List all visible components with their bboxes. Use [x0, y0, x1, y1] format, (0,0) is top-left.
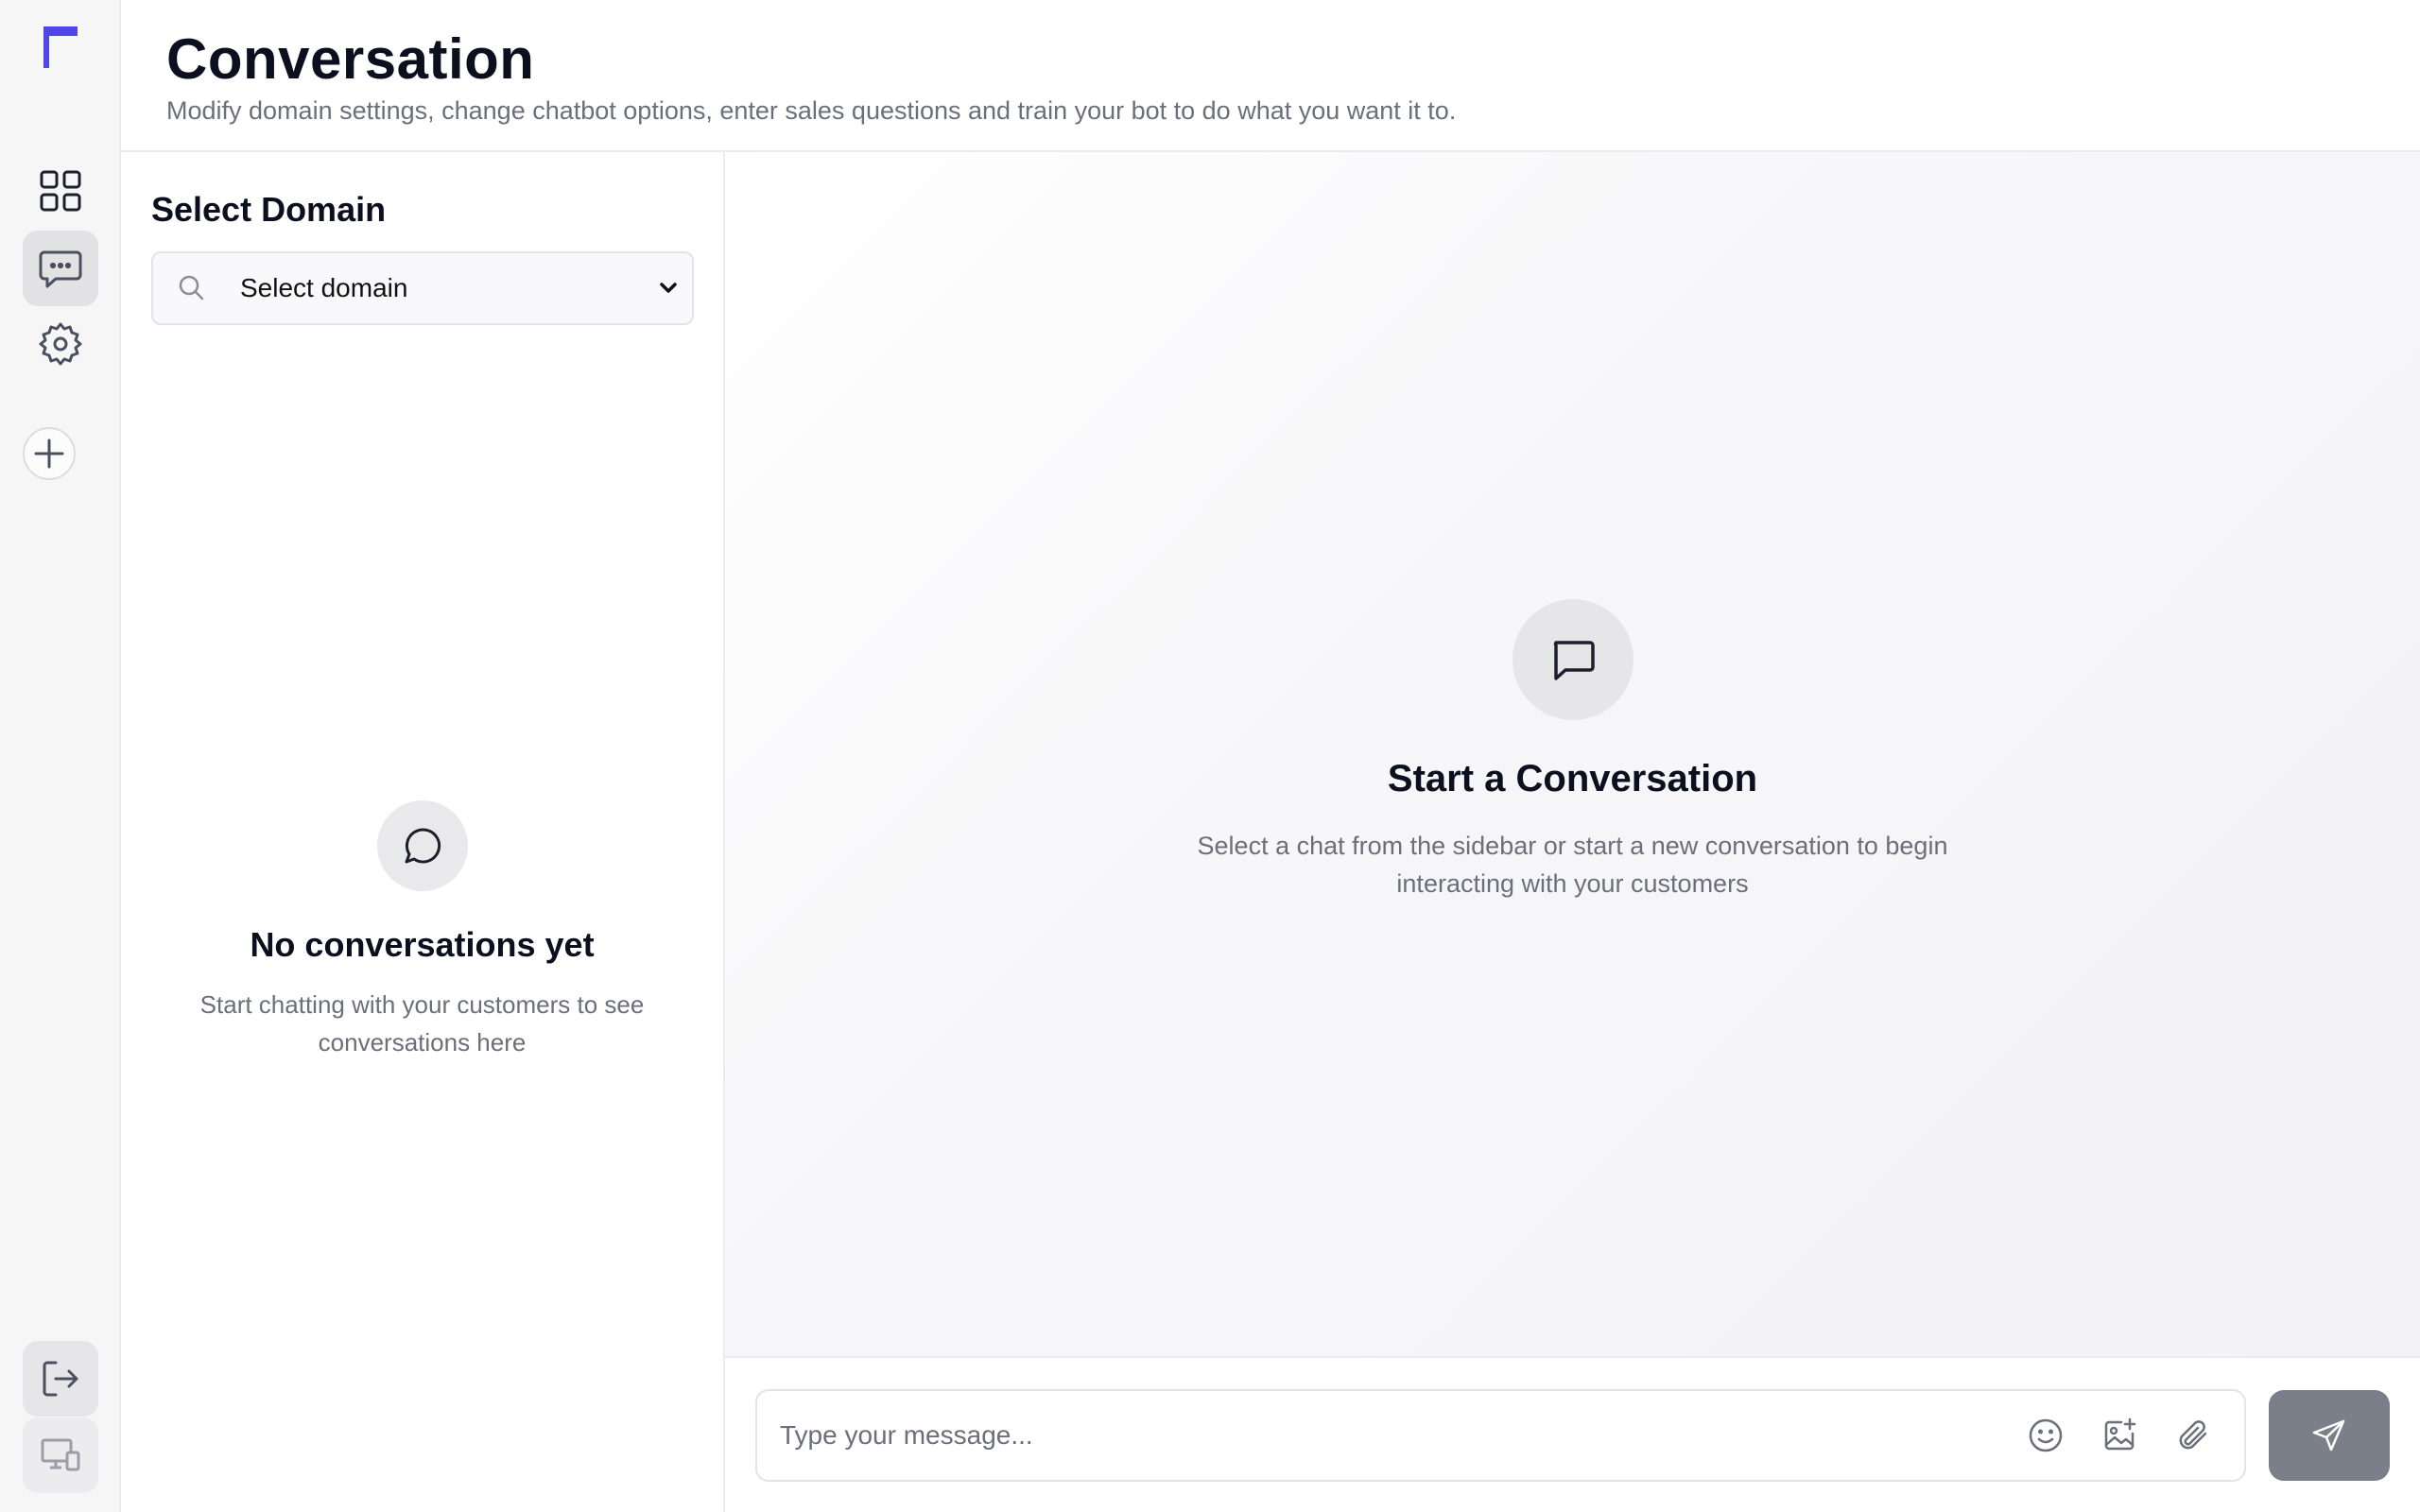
select-domain-label: Select Domain: [151, 190, 387, 229]
search-icon: [179, 275, 204, 301]
main-content: Conversation Modify domain settings, cha…: [121, 0, 2420, 1512]
message-input-box: [755, 1388, 2246, 1482]
add-icon: [34, 438, 64, 469]
start-conversation-title: Start a Conversation: [1387, 758, 1758, 799]
conversation-nav-button[interactable]: [23, 231, 98, 306]
devices-icon: [41, 1438, 80, 1471]
conversation-empty-state: No conversations yet Start chatting with…: [121, 800, 723, 1061]
devices-button[interactable]: [23, 1418, 98, 1493]
message-input[interactable]: [780, 1419, 2027, 1451]
empty-chat-circle: [376, 800, 468, 891]
message-circle-icon: [405, 828, 441, 864]
chat-panel: Start a Conversation Select a chat from …: [725, 152, 2420, 1512]
start-chat-circle: [1512, 599, 1634, 720]
settings-gear-icon: [39, 322, 82, 366]
logo-flag-icon[interactable]: [42, 25, 79, 70]
icon-sidebar: [0, 0, 121, 1512]
start-conversation-text: Select a chat from the sidebar or start …: [1197, 832, 1948, 898]
content-body: Select Domain Select domain No conversat…: [121, 152, 2420, 1512]
logout-icon: [43, 1361, 78, 1397]
conversation-list-panel: Select Domain Select domain No conversat…: [121, 152, 725, 1512]
send-icon: [2312, 1419, 2345, 1451]
add-domain-button[interactable]: [23, 427, 76, 480]
message-composer: [725, 1358, 2420, 1512]
empty-list-title: No conversations yet: [250, 925, 595, 964]
image-add-icon[interactable]: [2100, 1417, 2138, 1454]
domain-select-value: Select domain: [240, 273, 408, 302]
send-button[interactable]: [2269, 1389, 2390, 1481]
app-root: Conversation Modify domain settings, cha…: [0, 0, 2420, 1512]
empty-list-text: Start chatting with your customers to se…: [199, 990, 645, 1057]
emoji-icon[interactable]: [2027, 1417, 2065, 1454]
page-title: Conversation: [166, 27, 535, 91]
chevron-down-icon: [660, 283, 677, 293]
dashboard-grid-icon: [40, 170, 81, 212]
composer-tools: [2027, 1417, 2212, 1454]
domain-select[interactable]: Select domain: [151, 251, 694, 325]
paperclip-icon[interactable]: [2174, 1417, 2212, 1454]
chat-messages-area: Start a Conversation Select a chat from …: [725, 152, 2420, 1358]
logout-button[interactable]: [23, 1341, 98, 1417]
chat-bubble-icon: [39, 250, 82, 288]
settings-nav-button[interactable]: [23, 306, 98, 382]
page-subtitle: Modify domain settings, change chatbot o…: [166, 96, 1457, 125]
page-header: Conversation Modify domain settings, cha…: [121, 0, 2420, 152]
dashboard-nav-button[interactable]: [23, 153, 98, 229]
message-square-icon: [1553, 641, 1595, 680]
chat-empty-state: Start a Conversation Select a chat from …: [725, 599, 2420, 902]
